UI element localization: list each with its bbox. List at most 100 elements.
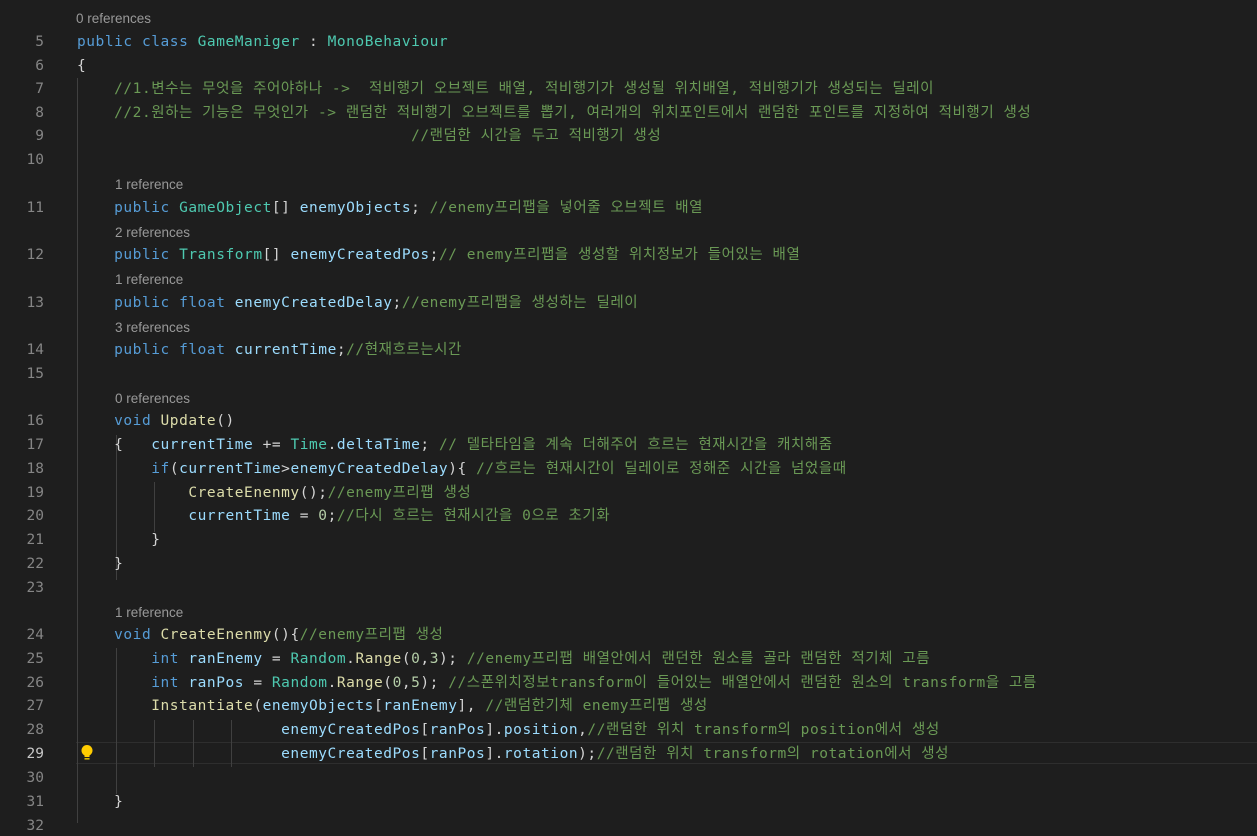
code-line[interactable]: CreateEnenmy();//enemy프리팹 생성 bbox=[77, 483, 471, 503]
code-token: ranEnemy bbox=[383, 698, 458, 714]
code-token: ; bbox=[429, 247, 439, 263]
code-token: Transform bbox=[179, 247, 263, 263]
codelens-references[interactable]: 2 references bbox=[115, 226, 190, 240]
code-token: Random bbox=[271, 675, 328, 691]
code-token: CreateEnenmy bbox=[160, 627, 272, 643]
code-token: = bbox=[262, 651, 291, 667]
line-number: 29 bbox=[26, 746, 44, 762]
code-line[interactable]: } bbox=[77, 530, 161, 550]
codelens-references[interactable]: 0 references bbox=[115, 392, 190, 406]
code-token: Update bbox=[160, 413, 217, 429]
code-line[interactable]: if(currentTime>enemyCreatedDelay){ //흐르는… bbox=[77, 459, 847, 479]
code-token: ) bbox=[448, 461, 458, 477]
code-line[interactable]: int ranEnemy = Random.Range(0,3); //enem… bbox=[77, 649, 930, 669]
code-line[interactable]: Instantiate(enemyObjects[ranEnemy], //랜덤… bbox=[77, 696, 708, 716]
code-line[interactable]: enemyCreatedPos[ranPos].rotation);//랜덤한 … bbox=[77, 744, 949, 764]
code-token: currentTime bbox=[179, 461, 282, 477]
code-token: //enemy프리팹을 넣어줄 오브젝트 배열 bbox=[429, 200, 704, 216]
code-token: Time bbox=[290, 437, 328, 453]
codelens-references[interactable]: 1 reference bbox=[115, 178, 183, 192]
code-token: () bbox=[271, 627, 291, 643]
code-token: [] bbox=[271, 200, 300, 216]
code-token: ; bbox=[392, 295, 402, 311]
code-line[interactable]: public Transform[] enemyCreatedPos;// en… bbox=[77, 245, 800, 265]
code-token: enemyObjects bbox=[262, 698, 374, 714]
code-token: //랜덤한기체 enemy프리팹 생성 bbox=[485, 698, 708, 714]
line-number: 6 bbox=[35, 58, 44, 74]
codelens-references[interactable]: 3 references bbox=[115, 321, 190, 335]
code-token: int bbox=[151, 675, 180, 691]
code-line[interactable]: { bbox=[77, 56, 86, 76]
code-token: public bbox=[114, 200, 170, 216]
code-token: Instantiate bbox=[151, 698, 254, 714]
code-token: ( bbox=[401, 651, 412, 667]
code-token: { bbox=[457, 461, 477, 477]
code-token: void bbox=[114, 627, 152, 643]
code-token: public bbox=[114, 342, 170, 358]
code-line[interactable]: } bbox=[77, 792, 123, 812]
code-token: ; bbox=[411, 200, 430, 216]
code-token: : bbox=[299, 34, 328, 50]
line-number: 25 bbox=[26, 651, 44, 667]
line-number: 14 bbox=[26, 342, 44, 358]
code-token: 0 bbox=[411, 651, 421, 667]
code-token: } bbox=[77, 794, 124, 810]
line-number: 32 bbox=[26, 818, 44, 834]
line-number: 11 bbox=[26, 200, 44, 216]
code-token: // enemy프리팹을 생성할 위치정보가 들어있는 배열 bbox=[438, 247, 801, 263]
code-token: ( bbox=[169, 461, 180, 477]
code-line[interactable]: void CreateEnenmy(){//enemy프리팹 생성 bbox=[77, 625, 443, 645]
code-line[interactable]: { currentTime += Time.deltaTime; // 델타타임… bbox=[77, 435, 833, 455]
code-line[interactable]: currentTime = 0;//다시 흐르는 현재시간을 0으로 초기화 bbox=[77, 506, 610, 526]
code-line[interactable]: } bbox=[77, 554, 123, 574]
code-token: position bbox=[503, 722, 579, 738]
code-line[interactable]: int ranPos = Random.Range(0,5); //스폰위치정보… bbox=[77, 673, 1037, 693]
code-line[interactable]: void Update() bbox=[77, 411, 235, 431]
code-token: , bbox=[420, 651, 430, 667]
code-token: void bbox=[114, 413, 152, 429]
code-token: , bbox=[401, 675, 412, 691]
line-number: 18 bbox=[26, 461, 44, 477]
code-token: ; bbox=[327, 508, 337, 524]
codelens-references[interactable]: 0 references bbox=[76, 12, 151, 26]
code-token: public bbox=[77, 34, 133, 50]
code-line[interactable]: public class GameManiger : MonoBehaviour bbox=[77, 32, 448, 52]
line-number: 5 bbox=[35, 34, 44, 50]
code-token: [ bbox=[420, 746, 430, 762]
code-token: . bbox=[327, 675, 337, 691]
code-line[interactable]: //1.변수는 무엇을 주어야하나 -> 적비행기 오브젝트 배열, 적비행기가… bbox=[77, 79, 934, 99]
code-token: ranPos bbox=[429, 746, 486, 762]
code-editor[interactable]: 0 references 1 reference 2 references 1 … bbox=[0, 0, 1257, 834]
code-line[interactable]: //2.원하는 기능은 무엇인가 -> 랜덤한 적비행기 오브젝트를 뽑기, 여… bbox=[77, 103, 1031, 123]
code-token: //enemy프리팹 배열안에서 랜던한 원소를 골라 랜덤한 적기체 고름 bbox=[466, 651, 931, 667]
code-line[interactable]: enemyCreatedPos[ranPos].position,//랜덤한 위… bbox=[77, 720, 940, 740]
code-line[interactable]: public float currentTime;//현재흐르는시간 bbox=[77, 340, 462, 360]
line-number: 28 bbox=[26, 722, 44, 738]
code-token: 3 bbox=[429, 651, 439, 667]
code-token: //다시 흐르는 현재시간을 0으로 초기화 bbox=[336, 508, 611, 524]
line-number: 12 bbox=[26, 247, 44, 263]
code-token: { bbox=[77, 437, 152, 453]
code-line[interactable]: public float enemyCreatedDelay;//enemy프리… bbox=[77, 293, 638, 313]
code-line[interactable]: public GameObject[] enemyObjects; //enem… bbox=[77, 198, 703, 218]
code-token: Range bbox=[336, 675, 384, 691]
code-token: ]. bbox=[485, 746, 504, 762]
code-line[interactable]: //랜덤한 시간을 두고 적비행기 생성 bbox=[77, 126, 661, 146]
codelens-references[interactable]: 1 reference bbox=[115, 273, 183, 287]
line-number: 7 bbox=[35, 81, 44, 97]
code-token: = bbox=[244, 675, 272, 691]
line-number: 19 bbox=[26, 485, 44, 501]
code-token: MonoBehaviour bbox=[327, 34, 449, 50]
line-number: 24 bbox=[26, 627, 44, 643]
codelens-references[interactable]: 1 reference bbox=[115, 606, 183, 620]
code-token: currentTime bbox=[151, 437, 254, 453]
lightbulb-icon[interactable] bbox=[80, 744, 94, 762]
